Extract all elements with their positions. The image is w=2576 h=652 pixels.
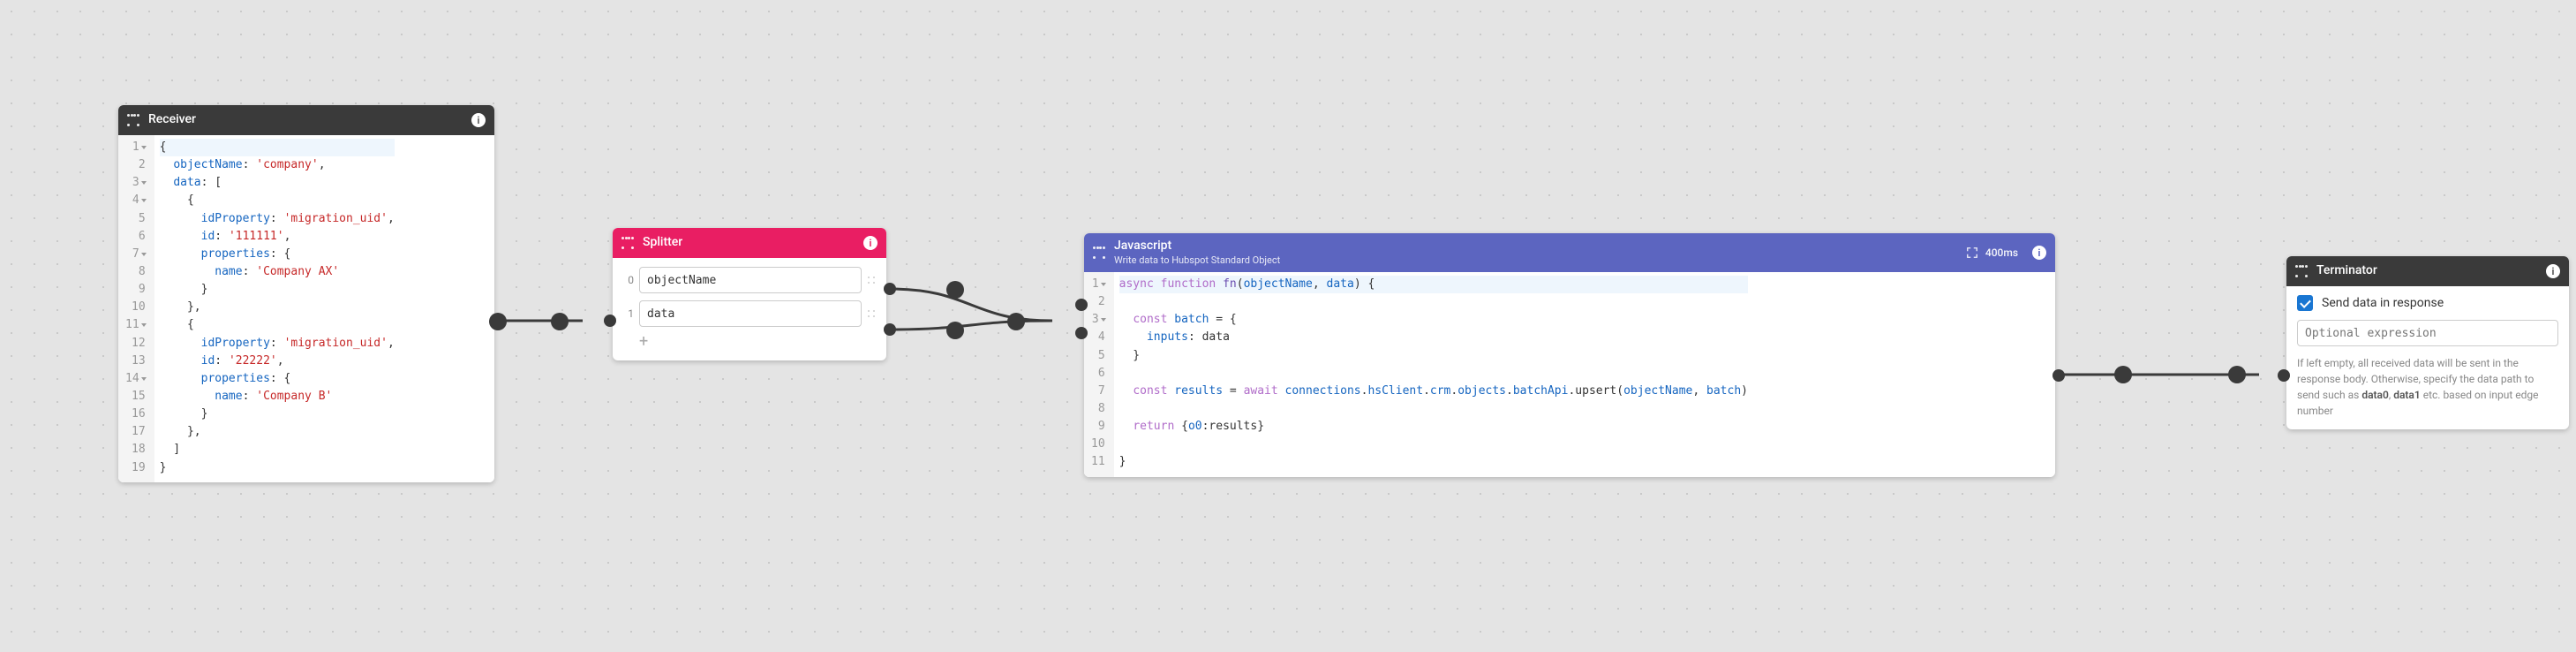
info-icon[interactable]: i bbox=[863, 236, 877, 250]
output-port[interactable] bbox=[489, 313, 507, 330]
drag-handle-icon[interactable] bbox=[1093, 246, 1105, 259]
drag-handle-icon[interactable] bbox=[621, 237, 634, 249]
checkbox-label: Send data in response bbox=[2322, 296, 2444, 310]
drag-handle-icon[interactable] bbox=[2295, 265, 2308, 277]
node-header[interactable]: Terminator i bbox=[2286, 256, 2569, 286]
input-port[interactable] bbox=[1075, 327, 1088, 339]
code-source[interactable]: { objectName: 'company', data: [ { idPro… bbox=[154, 135, 403, 482]
splitter-row: 1 bbox=[623, 300, 876, 327]
output-port[interactable] bbox=[884, 323, 896, 336]
port[interactable] bbox=[946, 281, 964, 299]
port[interactable] bbox=[2114, 366, 2132, 383]
add-row-button[interactable]: + bbox=[623, 334, 876, 350]
expand-icon[interactable] bbox=[1966, 246, 1978, 259]
code-source[interactable]: async function fn(objectName, data) { co… bbox=[1114, 272, 1757, 477]
node-header[interactable]: Javascript Write data to Hubspot Standar… bbox=[1084, 233, 2055, 272]
line-gutter: 1234567891011 bbox=[1084, 272, 1114, 477]
node-subtitle: Write data to Hubspot Standard Object bbox=[1114, 255, 1966, 266]
input-port[interactable] bbox=[1075, 299, 1088, 311]
code-editor[interactable]: 12345678910111213141516171819 { objectNa… bbox=[118, 135, 494, 482]
node-splitter[interactable]: Splitter i 0 1 + bbox=[613, 228, 886, 360]
timing-badge: 400ms bbox=[1985, 246, 2018, 259]
output-port[interactable] bbox=[551, 313, 569, 330]
node-body: 0 1 + bbox=[613, 258, 886, 360]
code-editor[interactable]: 1234567891011 async function fn(objectNa… bbox=[1084, 272, 2055, 477]
port[interactable] bbox=[946, 322, 964, 339]
grip-icon[interactable] bbox=[867, 309, 876, 318]
row-index: 0 bbox=[623, 274, 634, 286]
output-port[interactable] bbox=[2053, 369, 2065, 382]
row-index: 1 bbox=[623, 307, 634, 320]
splitter-field[interactable] bbox=[639, 300, 862, 327]
line-gutter: 12345678910111213141516171819 bbox=[118, 135, 154, 482]
node-header[interactable]: Splitter i bbox=[613, 228, 886, 258]
drag-handle-icon[interactable] bbox=[127, 114, 139, 126]
grip-icon[interactable] bbox=[867, 276, 876, 284]
node-title: Receiver bbox=[148, 113, 464, 126]
node-javascript[interactable]: Javascript Write data to Hubspot Standar… bbox=[1084, 233, 2055, 477]
info-icon[interactable]: i bbox=[2032, 246, 2046, 260]
flow-canvas[interactable]: { "nodes": { "receiver": { "title": "Rec… bbox=[0, 0, 2576, 652]
expression-input[interactable] bbox=[2297, 320, 2558, 346]
input-port[interactable] bbox=[2278, 369, 2290, 382]
splitter-row: 0 bbox=[623, 267, 876, 293]
node-title: Terminator bbox=[2316, 264, 2539, 277]
node-body: Send data in response If left empty, all… bbox=[2286, 286, 2569, 429]
output-port[interactable] bbox=[884, 283, 896, 295]
checkbox-checked-icon bbox=[2297, 295, 2313, 311]
input-port[interactable] bbox=[604, 315, 616, 327]
port[interactable] bbox=[1007, 313, 1025, 330]
node-receiver[interactable]: Receiver i 12345678910111213141516171819… bbox=[118, 105, 494, 482]
help-text: If left empty, all received data will be… bbox=[2297, 355, 2558, 419]
node-terminator[interactable]: Terminator i Send data in response If le… bbox=[2286, 256, 2569, 429]
info-icon[interactable]: i bbox=[471, 113, 486, 127]
node-header[interactable]: Receiver i bbox=[118, 105, 494, 135]
send-data-checkbox[interactable]: Send data in response bbox=[2297, 295, 2558, 311]
node-title: Splitter bbox=[643, 236, 856, 249]
info-icon[interactable]: i bbox=[2546, 264, 2560, 278]
node-title: Javascript Write data to Hubspot Standar… bbox=[1114, 239, 1966, 265]
splitter-field[interactable] bbox=[639, 267, 862, 293]
port[interactable] bbox=[2228, 366, 2246, 383]
